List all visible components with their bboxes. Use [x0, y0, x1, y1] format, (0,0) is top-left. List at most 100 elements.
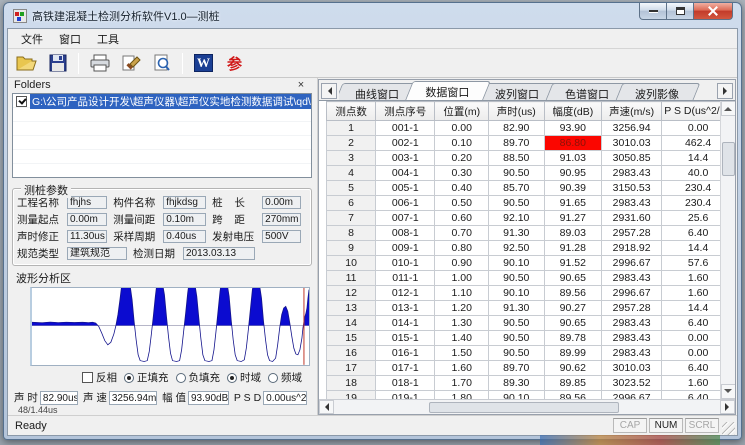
invert-label: 反相 — [96, 370, 117, 385]
tab-scroll-left-button[interactable] — [321, 83, 337, 99]
table-row[interactable]: 1001-10.0082.9093.903256.940.00 — [327, 121, 735, 136]
column-header[interactable]: 声时(us) — [488, 102, 544, 121]
radio-负填充[interactable]: 负填充 — [176, 370, 221, 385]
column-header[interactable]: 位置(m) — [435, 102, 489, 121]
data-cell: 91.28 — [544, 241, 602, 256]
preview-button[interactable] — [148, 51, 175, 76]
table-header-row: 测点数测点序号位置(m)声时(us)幅度(dB)声速(m/s)P S D(us^… — [327, 102, 735, 121]
row-header-cell: 4 — [327, 166, 376, 181]
vertical-scrollbar[interactable] — [720, 101, 735, 399]
column-header[interactable]: 测点数 — [327, 102, 376, 121]
scroll-up-button[interactable] — [721, 101, 736, 116]
param-value: 0.10m — [163, 213, 206, 226]
table-row[interactable]: 19019-11.8090.1089.562996.676.40 — [327, 391, 735, 400]
folder-checkbox[interactable] — [16, 96, 27, 107]
tab-label: 波列窗口 — [495, 86, 539, 100]
table-row[interactable]: 4004-10.3090.5090.952983.4340.0 — [327, 166, 735, 181]
param-value: 2013.03.13 — [183, 247, 255, 260]
toolbar-separator — [182, 53, 183, 74]
status-indicator-num: NUM — [649, 418, 683, 433]
scroll-down-button[interactable] — [721, 384, 736, 399]
table-row[interactable]: 16016-11.5090.5089.992983.430.00 — [327, 346, 735, 361]
table-row[interactable]: 11011-11.0090.5090.652983.431.60 — [327, 271, 735, 286]
table-row[interactable]: 3003-10.2088.5091.033050.8514.4 — [327, 151, 735, 166]
process-button[interactable] — [117, 51, 144, 76]
folder-item[interactable]: G:\公司产品设计开发\超声仪器\超声仪实地检测数据调试\qd\qd03\qd0… — [13, 94, 311, 109]
data-cell: 90.50 — [488, 271, 544, 286]
param-value: 0.00m — [67, 213, 107, 226]
title-bar[interactable]: 高铁建混凝土检测分析软件V1.0—测桩 — [4, 3, 741, 28]
param-label: 测量起点 — [17, 212, 67, 227]
folders-list[interactable]: G:\公司产品设计开发\超声仪器\超声仪实地检测数据调试\qd\qd03\qd0… — [12, 93, 312, 179]
print-button[interactable] — [86, 51, 113, 76]
table-row[interactable]: 5005-10.4085.7090.393150.53230.4 — [327, 181, 735, 196]
radio-正填充[interactable]: 正填充 — [124, 370, 169, 385]
table-row[interactable]: 2002-10.1089.7086.803010.03462.4 — [327, 136, 735, 151]
maximize-button[interactable] — [667, 3, 693, 20]
menu-tools[interactable]: 工具 — [90, 29, 126, 49]
word-export-button[interactable]: W — [190, 51, 217, 76]
scroll-right-button[interactable] — [720, 400, 735, 414]
horizontal-scrollbar[interactable] — [319, 399, 735, 414]
data-cell: 005-1 — [376, 181, 435, 196]
tab-scroll-right-button[interactable] — [717, 83, 733, 99]
data-cell: 013-1 — [376, 301, 435, 316]
invert-checkbox-group[interactable]: 反相 — [82, 370, 117, 385]
folders-title: Folders — [14, 79, 51, 91]
radio-button[interactable] — [227, 373, 237, 383]
save-button[interactable] — [44, 51, 71, 76]
tab-波列影像[interactable]: 波列影像 — [616, 83, 701, 100]
radio-button[interactable] — [124, 373, 134, 383]
open-button[interactable] — [13, 51, 40, 76]
menu-file[interactable]: 文件 — [14, 29, 50, 49]
table-row[interactable]: 10010-10.9090.1091.522996.6757.6 — [327, 256, 735, 271]
radio-时域[interactable]: 时域 — [227, 370, 261, 385]
scroll-left-button[interactable] — [319, 400, 334, 414]
table-row[interactable]: 14014-11.3090.5090.652983.436.40 — [327, 316, 735, 331]
table-row[interactable]: 8008-10.7091.3089.032957.286.40 — [327, 226, 735, 241]
table-row[interactable]: 13013-11.2091.3090.272957.2814.4 — [327, 301, 735, 316]
panel-close-button[interactable]: × — [294, 78, 308, 92]
toolbar: W 参 — [8, 49, 737, 78]
parameters-icon: 参 — [227, 53, 242, 74]
data-cell: 89.03 — [544, 226, 602, 241]
data-cell: 91.65 — [544, 196, 602, 211]
parameters-button[interactable]: 参 — [221, 51, 248, 76]
row-header-cell: 14 — [327, 316, 376, 331]
data-table: 测点数测点序号位置(m)声时(us)幅度(dB)声速(m/s)P S D(us^… — [326, 101, 735, 399]
data-cell: 2996.67 — [602, 286, 662, 301]
minimize-button[interactable] — [639, 3, 667, 20]
table-row[interactable]: 7007-10.6092.1091.272931.6025.6 — [327, 211, 735, 226]
table-row[interactable]: 18018-11.7089.3089.853023.521.60 — [327, 376, 735, 391]
data-cell: 3010.03 — [602, 136, 662, 151]
radio-频域[interactable]: 频域 — [268, 370, 302, 385]
status-indicators: CAPNUMSCRL — [611, 418, 719, 433]
status-message: Ready — [10, 420, 611, 432]
radio-button[interactable] — [176, 373, 186, 383]
menu-window[interactable]: 窗口 — [52, 29, 88, 49]
data-cell: 1.30 — [435, 316, 489, 331]
column-header[interactable]: 测点序号 — [376, 102, 435, 121]
data-cell: 91.30 — [488, 301, 544, 316]
close-button[interactable] — [693, 3, 733, 20]
vertical-scroll-thumb[interactable] — [722, 142, 735, 176]
radio-button[interactable] — [268, 373, 278, 383]
tab-scroll-right-icon — [723, 87, 731, 95]
invert-checkbox[interactable] — [82, 372, 93, 383]
table-row[interactable]: 15015-11.4090.5089.782983.430.00 — [327, 331, 735, 346]
data-cell: 91.52 — [544, 256, 602, 271]
tabs: 曲线窗口数据窗口波列窗口色谱窗口波列影像 — [339, 81, 717, 100]
table-row[interactable]: 6006-10.5090.5091.652983.43230.4 — [327, 196, 735, 211]
data-cell: 007-1 — [376, 211, 435, 226]
tab-数据窗口[interactable]: 数据窗口 — [405, 81, 491, 100]
table-row[interactable]: 9009-10.8092.5091.282918.9214.4 — [327, 241, 735, 256]
column-header[interactable]: 幅度(dB) — [544, 102, 602, 121]
table-row[interactable]: 17017-11.6089.7090.623010.036.40 — [327, 361, 735, 376]
table-row[interactable]: 12012-11.1090.1089.562996.671.60 — [327, 286, 735, 301]
data-cell: 2983.43 — [602, 316, 662, 331]
resize-grip-icon[interactable] — [722, 422, 735, 435]
horizontal-scroll-thumb[interactable] — [429, 402, 619, 413]
data-cell: 2957.28 — [602, 301, 662, 316]
column-header[interactable]: 声速(m/s) — [602, 102, 662, 121]
waveform-plot[interactable] — [30, 287, 310, 366]
